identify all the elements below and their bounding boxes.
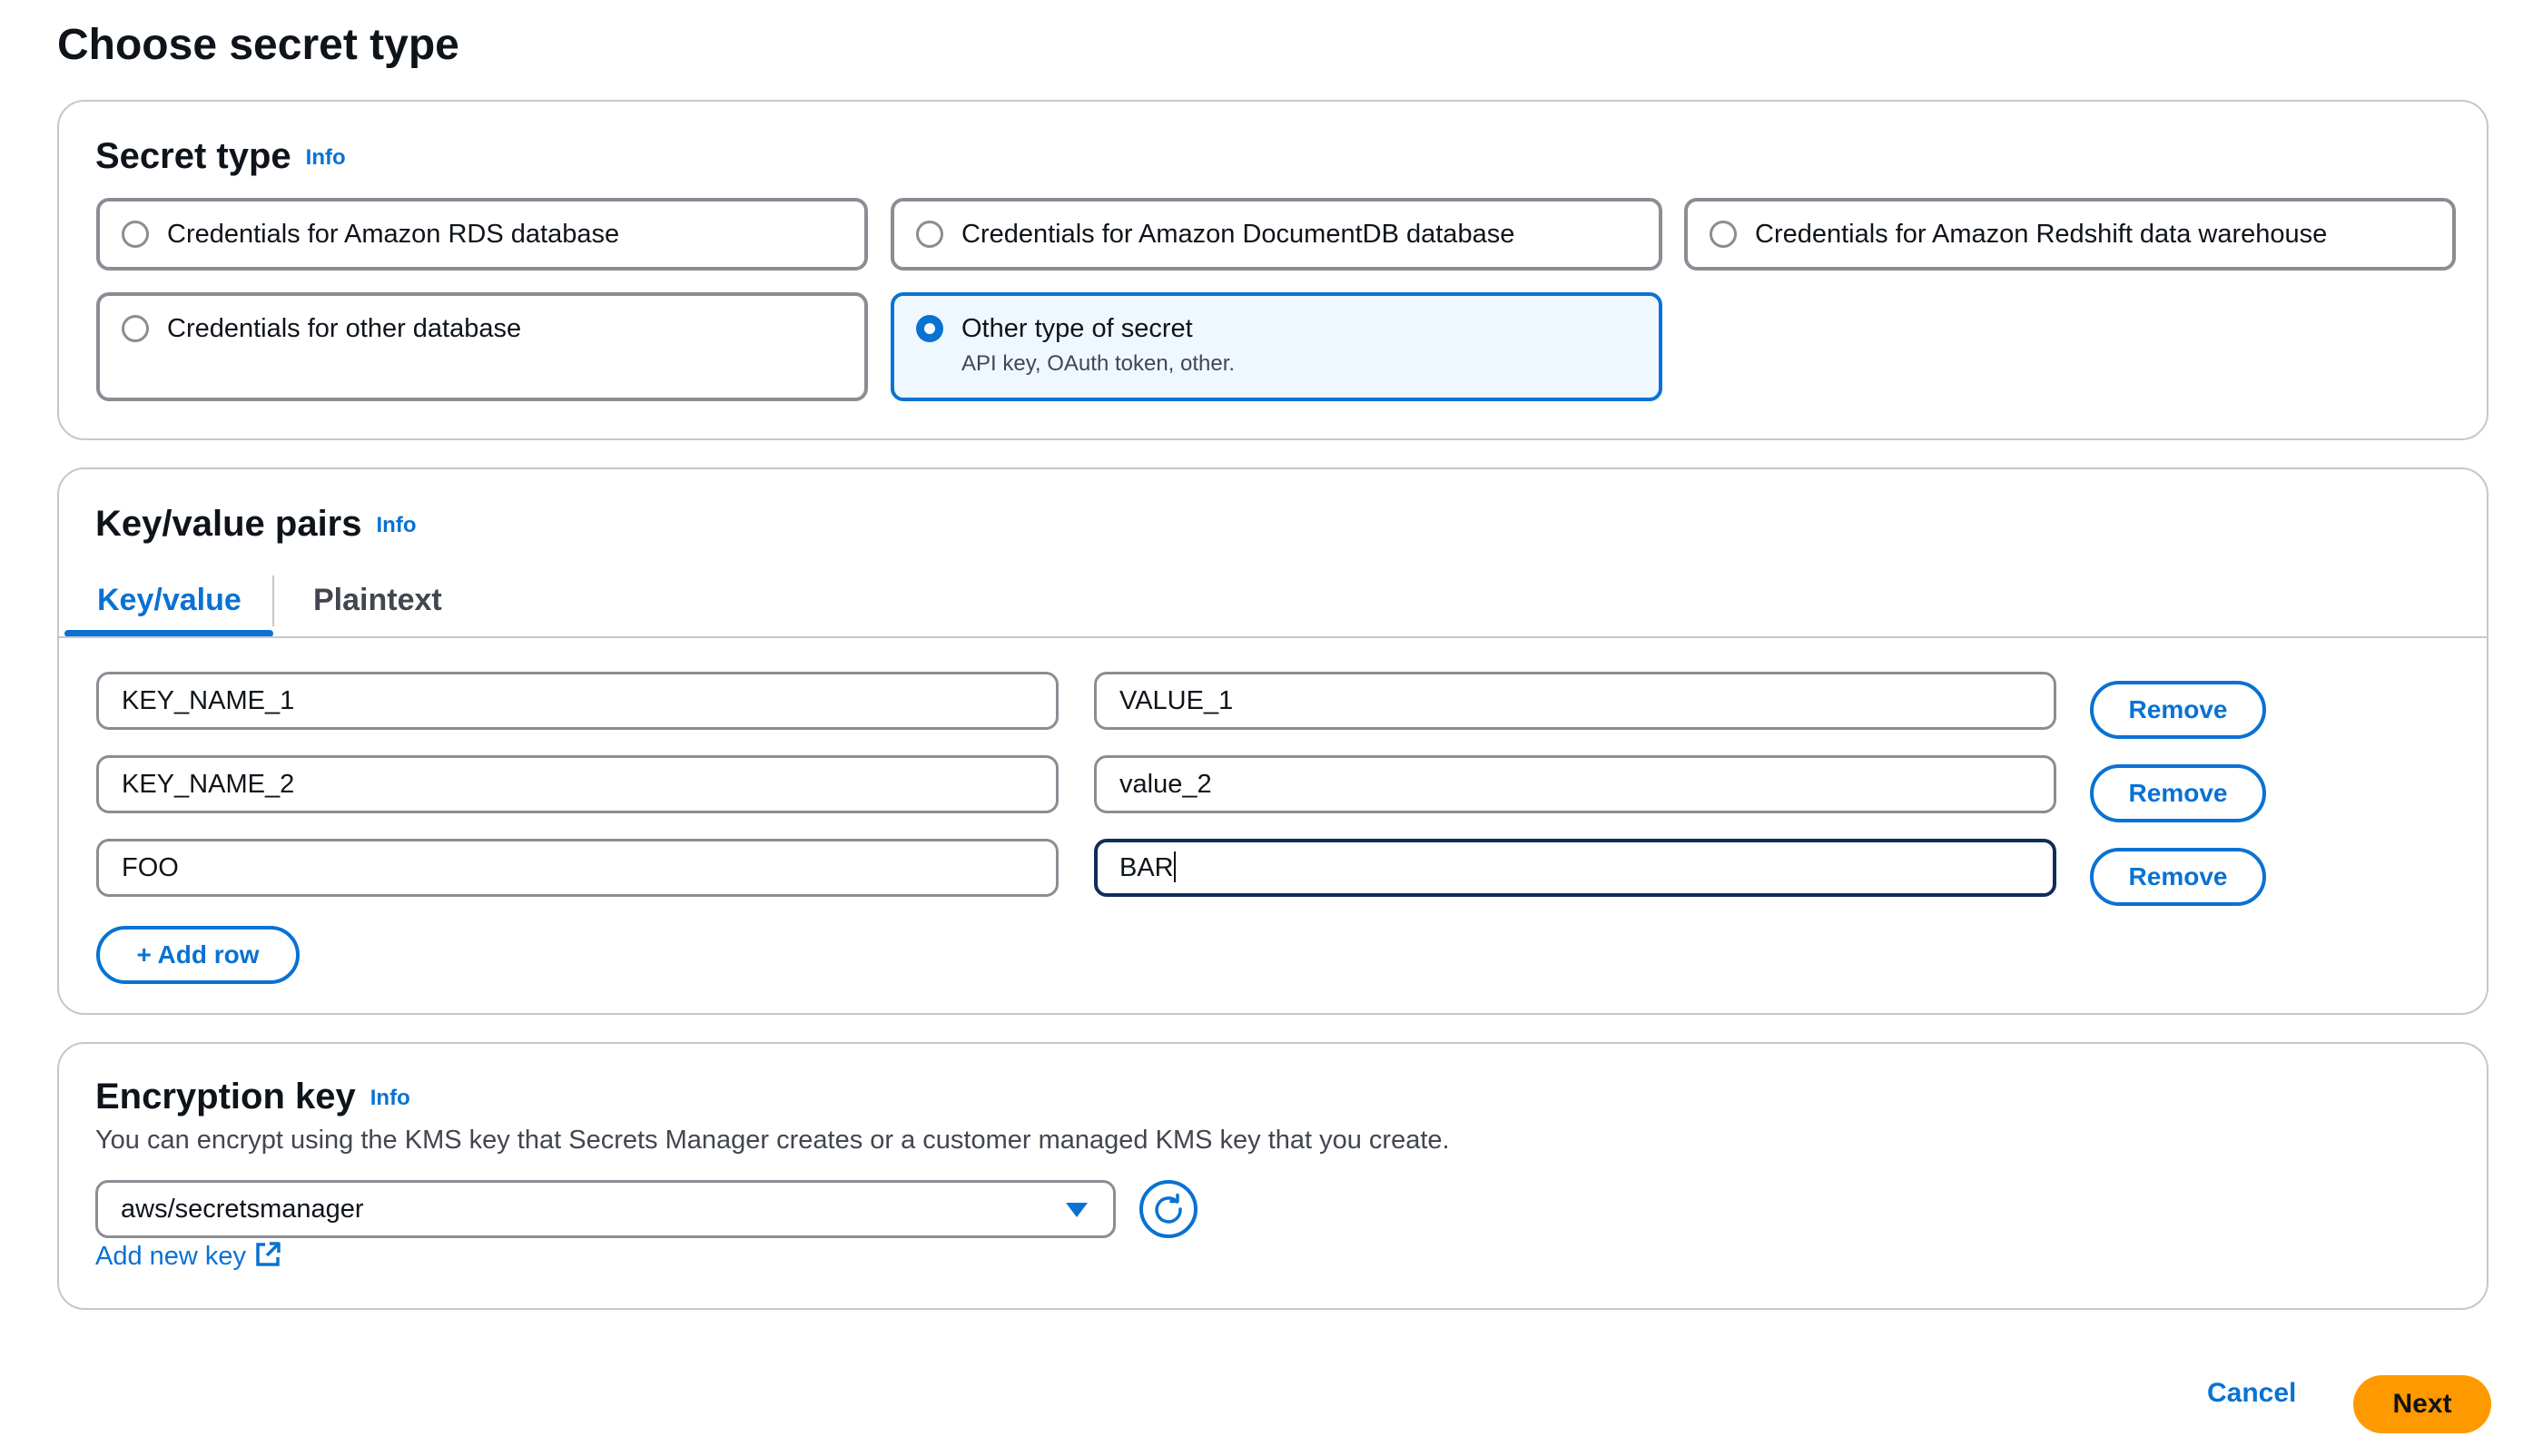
- key-input-2[interactable]: KEY_NAME_2: [96, 755, 1059, 813]
- option-rds[interactable]: Credentials for Amazon RDS database: [96, 198, 868, 271]
- key-input-3[interactable]: FOO: [96, 839, 1059, 897]
- option-other-secret[interactable]: Other type of secret API key, OAuth toke…: [891, 292, 1662, 401]
- kv-info-link[interactable]: Info: [377, 513, 417, 537]
- option-documentdb[interactable]: Credentials for Amazon DocumentDB databa…: [891, 198, 1662, 271]
- encryption-info-link[interactable]: Info: [370, 1086, 410, 1110]
- remove-button-1[interactable]: Remove: [2090, 681, 2266, 739]
- add-new-key-label: Add new key: [95, 1242, 247, 1271]
- option-documentdb-label: Credentials for Amazon DocumentDB databa…: [961, 220, 1515, 249]
- encryption-heading: Encryption key Info: [95, 1075, 410, 1120]
- page-title: Choose secret type: [57, 21, 459, 69]
- kms-key-selected-value: aws/secretsmanager: [121, 1195, 364, 1224]
- option-other-secret-label: Other type of secret: [961, 314, 1193, 343]
- kv-heading: Key/value pairs Info: [95, 502, 416, 547]
- caret-down-icon: [1066, 1203, 1088, 1217]
- value-input-1[interactable]: VALUE_1: [1094, 672, 2056, 730]
- value-input-2[interactable]: value_2: [1094, 755, 2056, 813]
- key-input-1[interactable]: KEY_NAME_1: [96, 672, 1059, 730]
- value-input-3[interactable]: BAR: [1094, 839, 2056, 897]
- radio-redshift[interactable]: [1710, 221, 1737, 248]
- kms-key-select[interactable]: aws/secretsmanager: [95, 1180, 1116, 1238]
- remove-button-3[interactable]: Remove: [2090, 848, 2266, 906]
- value-input-3-text: BAR: [1119, 853, 1174, 882]
- add-row-button[interactable]: + Add row: [96, 926, 300, 984]
- tab-plaintext[interactable]: Plaintext: [313, 582, 442, 618]
- option-redshift-label: Credentials for Amazon Redshift data war…: [1755, 220, 2328, 249]
- secret-type-panel: Secret type Info Credentials for Amazon R…: [57, 100, 2489, 440]
- radio-documentdb[interactable]: [916, 221, 943, 248]
- option-other-database-label: Credentials for other database: [167, 314, 522, 343]
- encryption-description: You can encrypt using the KMS key that S…: [95, 1126, 1450, 1155]
- cancel-button[interactable]: Cancel: [2207, 1375, 2296, 1412]
- option-rds-label: Credentials for Amazon RDS database: [167, 220, 620, 249]
- radio-other-secret[interactable]: [916, 315, 943, 342]
- refresh-button[interactable]: [1139, 1180, 1198, 1238]
- encryption-title: Encryption key: [95, 1077, 356, 1117]
- add-new-key-link[interactable]: Add new key: [95, 1240, 282, 1273]
- secret-type-info-link[interactable]: Info: [306, 145, 346, 170]
- text-caret: [1173, 851, 1176, 883]
- next-button[interactable]: Next: [2353, 1375, 2491, 1433]
- option-redshift[interactable]: Credentials for Amazon Redshift data war…: [1684, 198, 2456, 271]
- remove-button-2[interactable]: Remove: [2090, 764, 2266, 822]
- secret-type-title: Secret type: [95, 136, 291, 176]
- option-other-secret-description: API key, OAuth token, other.: [961, 351, 1236, 376]
- option-other-database[interactable]: Credentials for other database: [96, 292, 868, 401]
- external-link-icon: [256, 1242, 281, 1267]
- radio-other-database[interactable]: [122, 315, 149, 342]
- kv-title: Key/value pairs: [95, 504, 362, 544]
- tab-key-value[interactable]: Key/value: [97, 582, 241, 618]
- radio-rds[interactable]: [122, 221, 149, 248]
- kv-panel: Key/value pairs Info Key/value Plaintext …: [57, 467, 2489, 1015]
- encryption-panel: Encryption key Info You can encrypt using…: [57, 1042, 2489, 1310]
- secret-type-heading: Secret type Info: [95, 134, 346, 180]
- tab-separator: [272, 576, 274, 626]
- tab-divider: [59, 636, 2487, 638]
- refresh-icon: [1155, 1193, 1182, 1224]
